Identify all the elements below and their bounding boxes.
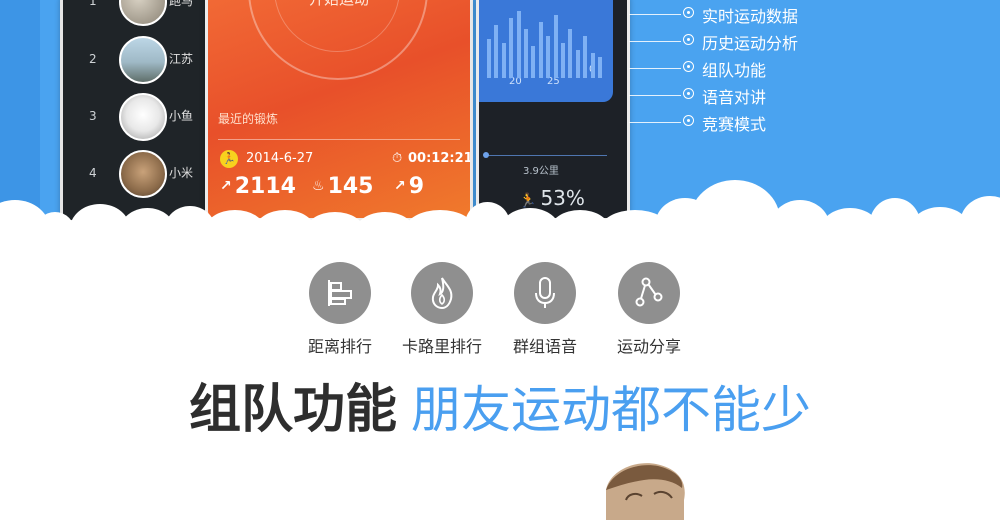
avatar — [119, 0, 167, 26]
group-voice-feature[interactable]: 群组语音 — [495, 262, 595, 357]
chart-bar — [531, 46, 536, 78]
ranking-row[interactable]: 4 小米 — [63, 144, 213, 200]
feature-label: 语音对讲 — [702, 88, 767, 107]
bar-chart: 20 25 0 — [479, 0, 613, 102]
runner-icon: 🏃 — [519, 193, 537, 209]
avatar — [119, 150, 167, 198]
distance-icon: ↗ — [220, 178, 232, 194]
calories-stat: ♨ 145 — [312, 174, 374, 199]
flame-icon: ♨ — [312, 178, 325, 194]
climb-stat: ↗ 9 — [394, 174, 425, 199]
icon-label: 群组语音 — [512, 337, 577, 356]
connector-line — [629, 68, 681, 69]
phone-run-screen: 开始运动 最近的锻炼 🏃 2014-6-27 ⏱ 00:12:21 ↗2114 … — [205, 0, 473, 221]
icon-label: 距离排行 — [307, 337, 372, 356]
distance-progress-line — [485, 155, 607, 156]
chart-bar — [546, 36, 551, 78]
chart-bar — [575, 50, 580, 78]
feature-label: 历史运动分析 — [702, 34, 799, 53]
percent-stat: 🏃 53% — [519, 186, 585, 210]
banner-side-shade — [0, 0, 40, 225]
target-dot-icon — [683, 88, 694, 99]
icon-label: 卡路里排行 — [401, 337, 482, 356]
rank-number: 2 — [89, 52, 97, 66]
target-dot-icon — [683, 34, 694, 45]
rank-number: 3 — [89, 109, 97, 123]
headline-light: 朋友运动都不能少 — [411, 381, 811, 439]
rank-number: 4 — [89, 166, 97, 180]
rank-name: 跑马 — [169, 0, 194, 8]
connector-line — [629, 14, 681, 15]
chart-bar — [583, 36, 588, 78]
distance-stat: ↗ 2114 — [220, 174, 296, 199]
chart-bar — [494, 25, 499, 78]
connector-line — [629, 41, 681, 42]
start-run-label[interactable]: 开始运动 — [208, 0, 470, 9]
distance-label: 3.9公里 — [523, 166, 559, 177]
hero-banner: 1 跑马 2 江苏 3 小鱼 4 小米 开始运动 最近的锻炼 🏃 2014-6-… — [0, 0, 1000, 225]
avatar — [119, 36, 167, 84]
avatar — [119, 93, 167, 141]
workout-date: 2014-6-27 — [246, 151, 314, 166]
phone-ranking-screen: 1 跑马 2 江苏 3 小鱼 4 小米 — [60, 0, 216, 223]
target-dot-icon — [683, 115, 694, 126]
calorie-rank-feature[interactable]: 卡路里排行 — [392, 262, 492, 357]
headline: 组队功能 朋友运动都不能少 — [0, 367, 1000, 442]
distance-rank-icon — [309, 262, 371, 324]
icon-label: 运动分享 — [616, 337, 681, 356]
feature-label: 实时运动数据 — [702, 7, 799, 26]
phone-chart-screen: 20 25 0 3.9公里 🏃53% — [476, 0, 630, 221]
headline-bold: 组队功能 — [188, 380, 397, 440]
divider — [218, 139, 460, 140]
progress-dot[interactable] — [483, 152, 489, 158]
person-photo — [596, 460, 692, 520]
chart-bar — [538, 22, 543, 78]
connector-line — [629, 122, 681, 123]
chart-bar — [598, 57, 602, 78]
feature-label: 竞赛模式 — [702, 115, 767, 134]
workout-duration: 00:12:21 — [408, 151, 473, 166]
ranking-row[interactable]: 3 小鱼 — [63, 87, 213, 143]
share-icon — [618, 262, 680, 324]
connector-line — [629, 95, 681, 96]
chart-bar — [568, 29, 573, 78]
chart-bar — [487, 39, 491, 78]
chart-bar — [516, 11, 521, 78]
share-feature[interactable]: 运动分享 — [599, 262, 699, 357]
chart-bar — [524, 29, 528, 78]
rank-name: 小鱼 — [169, 109, 194, 123]
rank-name: 小米 — [169, 166, 194, 180]
flame-icon — [411, 262, 473, 324]
runner-icon: 🏃 — [220, 150, 238, 168]
distance-rank-feature[interactable]: 距离排行 — [290, 262, 390, 357]
recent-workouts-label: 最近的锻炼 — [218, 112, 279, 126]
ranking-row[interactable]: 1 跑马 — [63, 0, 213, 28]
rank-name: 江苏 — [169, 52, 194, 66]
ranking-row[interactable]: 2 江苏 — [63, 30, 213, 86]
microphone-icon — [514, 262, 576, 324]
chart-bar — [561, 43, 565, 78]
chart-bar — [590, 53, 595, 78]
chart-bar — [501, 43, 506, 78]
stopwatch-icon: ⏱ — [392, 151, 403, 166]
target-dot-icon — [683, 7, 694, 18]
target-dot-icon — [683, 61, 694, 72]
rank-number: 1 — [89, 0, 97, 8]
feature-label: 组队功能 — [702, 61, 767, 80]
trend-up-icon: ↗ — [394, 178, 406, 194]
chart-bar — [553, 15, 558, 78]
chart-bar — [509, 18, 514, 78]
